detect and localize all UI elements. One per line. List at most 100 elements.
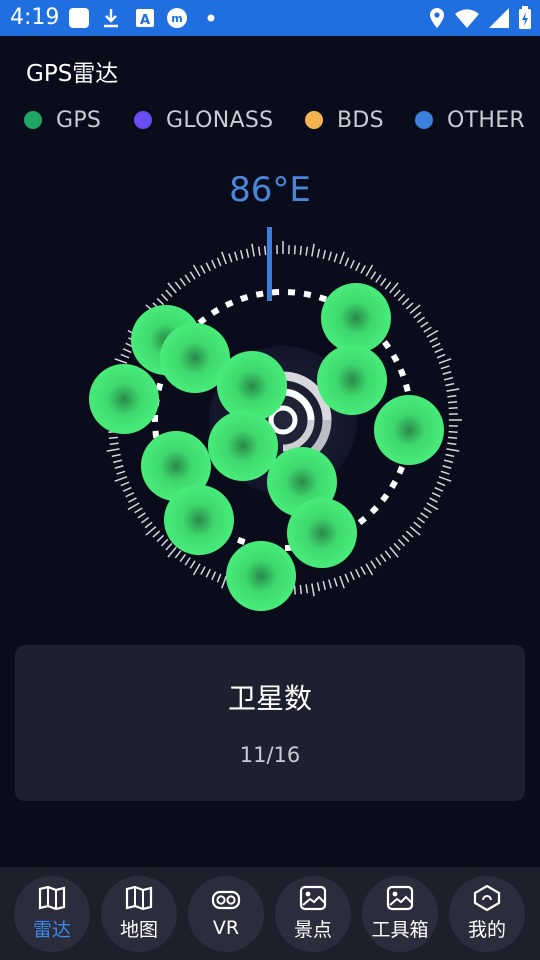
- nav-map[interactable]: 地图: [101, 876, 177, 952]
- radar-tick: [221, 251, 227, 265]
- radar-tick: [365, 563, 374, 576]
- radar-tick: [293, 245, 296, 255]
- radar-tick: [370, 271, 377, 280]
- satellite-count-title: 卫星数: [227, 682, 312, 715]
- radar-tick: [384, 281, 392, 290]
- nav-vr[interactable]: VR: [188, 876, 264, 952]
- radar-tick: [423, 507, 432, 514]
- nav-radar[interactable]: 雷达: [14, 876, 90, 952]
- radar-tick: [360, 566, 366, 575]
- radar-tick: [114, 476, 128, 482]
- radar-tick: [440, 470, 450, 475]
- svg-text:A: A: [140, 13, 150, 28]
- legend-dot-bds: [305, 111, 323, 129]
- signal-icon: [489, 8, 509, 28]
- radar-tick: [333, 577, 338, 587]
- square-icon: [69, 8, 89, 28]
- radar-tick: [251, 243, 255, 257]
- radar-tick: [108, 436, 118, 440]
- radar-tick: [167, 546, 177, 558]
- radar-tick: [365, 264, 374, 277]
- radar-tick: [311, 583, 315, 597]
- radar-tick: [448, 400, 458, 404]
- radar-tick: [447, 442, 457, 446]
- radar-tick: [211, 259, 217, 269]
- legend-label-other: OTHER: [447, 107, 525, 133]
- radar-tick: [443, 376, 453, 381]
- m-badge-icon: m: [167, 8, 187, 28]
- radar-tick: [409, 304, 421, 314]
- radar-tick: [116, 470, 126, 475]
- radar-tick: [216, 257, 222, 267]
- legend-item-other: OTHER: [415, 104, 525, 136]
- nav-label-toolbox: 工具箱: [371, 918, 429, 941]
- location-icon: [430, 8, 444, 28]
- nav-label-profile: 我的: [467, 918, 506, 941]
- satellite-count-value: 11/16: [239, 743, 301, 767]
- radar-tick: [436, 353, 446, 359]
- radar-tick: [113, 459, 123, 464]
- radar-tick: [122, 486, 132, 492]
- radar-tick: [205, 262, 211, 272]
- radar-tick: [114, 465, 124, 469]
- legend-item-glonass: GLONASS: [134, 104, 273, 136]
- nav-toolbox[interactable]: 工具箱: [362, 876, 438, 952]
- radar-tick: [322, 250, 327, 260]
- radar-tick: [393, 542, 401, 551]
- radar-tick: [122, 348, 132, 354]
- radar-tick: [431, 342, 441, 348]
- radar-tick: [328, 251, 332, 261]
- radar-tick: [436, 481, 446, 487]
- radar-tick: [293, 585, 296, 595]
- radar-tick: [167, 282, 177, 294]
- radar-tick: [401, 534, 410, 543]
- radar-tick: [165, 542, 173, 551]
- radar-tick: [438, 358, 452, 364]
- satellite-marker: [89, 364, 159, 434]
- radar-tick: [299, 245, 303, 255]
- satellite-marker: [226, 541, 296, 611]
- radar-tick: [370, 560, 377, 569]
- satellite-markers: [89, 283, 444, 611]
- radar-tick: [145, 526, 157, 536]
- radar-tick: [239, 250, 244, 260]
- nav-scenic[interactable]: 景点: [275, 876, 351, 952]
- satellite-marker: [208, 411, 278, 481]
- radar-tick: [397, 293, 406, 302]
- satellite-radar: [89, 227, 462, 611]
- radar-tick: [416, 516, 426, 524]
- a-badge-icon: A: [136, 9, 154, 28]
- radar-tick: [152, 530, 161, 538]
- radar-tick: [114, 358, 128, 364]
- status-time: 4:19: [10, 5, 60, 30]
- radar-tick: [111, 453, 121, 458]
- radar-tick: [355, 262, 361, 272]
- radar-tick: [384, 550, 392, 559]
- radar-tick: [305, 246, 309, 256]
- wifi-icon: [455, 9, 479, 28]
- nav-label-scenic: 景点: [293, 918, 332, 941]
- legend-label-gps: GPS: [56, 107, 102, 133]
- radar-tick: [442, 465, 452, 469]
- radar-tick: [299, 585, 303, 595]
- toolbox-icon: [386, 885, 414, 910]
- legend-dot-other: [415, 111, 433, 129]
- radar-tick: [245, 248, 250, 258]
- radar-tick: [120, 481, 130, 487]
- bottom-navigation: 雷达 地图 VR 景点 工具箱 我的: [0, 867, 540, 960]
- vr-glasses-icon: [211, 890, 241, 910]
- radar-tick: [375, 557, 382, 566]
- satellite-marker: [321, 283, 391, 353]
- radar-tick: [393, 289, 401, 298]
- radar-tick: [205, 568, 211, 578]
- radar-tick: [434, 486, 444, 492]
- status-bar: 4:19 A m: [0, 0, 540, 36]
- radar-tick: [401, 297, 410, 306]
- nav-profile[interactable]: 我的: [449, 876, 525, 952]
- radar-tick: [344, 573, 350, 583]
- radar-tick: [423, 326, 432, 333]
- satellite-marker: [287, 498, 357, 568]
- radar-tick: [305, 584, 309, 594]
- radar-tick: [328, 579, 332, 589]
- satellite-marker: [217, 351, 287, 421]
